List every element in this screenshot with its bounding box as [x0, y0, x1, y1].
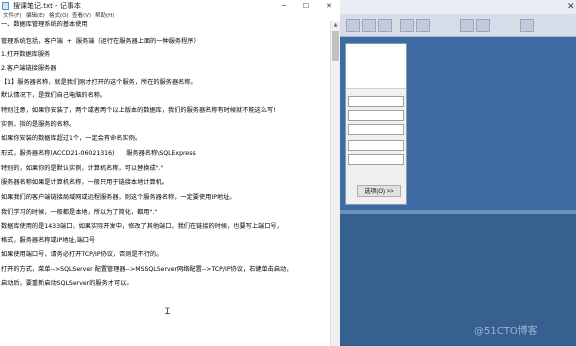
- menu-format[interactable]: 格式(O): [49, 12, 69, 21]
- maximize-button[interactable]: ☐: [298, 0, 314, 12]
- background-toolbar: [340, 14, 576, 37]
- text-line: 默认情况下，是我们自己电脑的名称。: [1, 92, 107, 99]
- text-line: 特别的，如果你的是默认实例，计算机名称，可以替换成".": [1, 165, 164, 172]
- text-line: 数据库使用的是1433端口，如果实际开发中，修改了其他端口，我们在链接的时候，也…: [1, 223, 283, 230]
- connect-dialog-partial: [345, 43, 407, 205]
- toolbar-icon[interactable]: [460, 19, 474, 32]
- notepad-window: 搜课笔记.txt - 记事本 ─ ☐ ✕ 文件(F) 编辑(E) 格式(O) 查…: [0, 0, 340, 346]
- authentication-combo[interactable]: [348, 124, 404, 135]
- toolbar-icon[interactable]: [346, 19, 360, 32]
- text-line: 如果我们的客户端链接局域网或远程服务器，则这个服务器名称，一定要使用IP地址。: [1, 194, 236, 201]
- scroll-thumb[interactable]: [332, 31, 339, 61]
- toolbar-icon[interactable]: [362, 19, 376, 32]
- text-line: 我们学习的时候，一般都是本地，所以为了简化，都用".": [1, 209, 158, 216]
- text-editor[interactable]: 一、数据库管理系统的基本使用 管理系统包括，客户端 + 服务端（运行在服务器上面…: [0, 21, 330, 346]
- password-field[interactable]: [348, 154, 404, 165]
- server-type-combo[interactable]: [348, 96, 404, 107]
- menu-file[interactable]: 文件(F): [3, 12, 21, 21]
- scroll-up-icon[interactable]: ▲: [331, 21, 340, 30]
- login-combo[interactable]: [348, 140, 404, 151]
- background-close-icon[interactable]: ✕: [567, 0, 575, 14]
- menu-bar: 文件(F) 编辑(E) 格式(O) 查看(V) 帮助(H): [0, 12, 340, 21]
- background-menu-strip: [340, 0, 576, 14]
- toolbar-icon[interactable]: [416, 19, 430, 32]
- text-line: 形式，服务器名称(ACCD21-06021316) 服务器名称\SQLExpre…: [1, 150, 196, 157]
- background-lower-panel: [340, 210, 576, 346]
- text-line: 启动后，要重新启动SQLServer的服务才可以。: [1, 280, 133, 287]
- text-line: 如果你安装的数据库超过1个，一定会有命名实例。: [1, 135, 142, 142]
- text-line: 实例，指的是服务的名称。: [1, 121, 76, 128]
- text-line: 格式，服务器名称或IP地址,端口号: [1, 237, 96, 244]
- close-button[interactable]: ✕: [321, 0, 337, 12]
- text-line: 2.客户端链接服务器: [1, 65, 57, 72]
- minimize-button[interactable]: ─: [276, 0, 292, 12]
- server-name-combo[interactable]: [348, 110, 404, 121]
- toolbar-icon[interactable]: [476, 19, 490, 32]
- toolbar-icon[interactable]: [378, 19, 392, 32]
- title-bar: 搜课笔记.txt - 记事本 ─ ☐ ✕: [0, 0, 340, 12]
- menu-view[interactable]: 查看(V): [72, 12, 91, 21]
- text-line: 特别注意，如果你安装了，两个或者两个以上版本的数据库，我们的服务器名称有时候就不…: [1, 107, 276, 114]
- window-title: 搜课笔记.txt - 记事本: [13, 2, 81, 10]
- options-button[interactable]: 选项(O) >>: [357, 185, 401, 197]
- text-line: 打开的方式，菜单-->SQLServer 配置管理器-->MSSQLServer…: [1, 266, 293, 273]
- toolbar-icon[interactable]: [520, 19, 534, 32]
- text-line: 【1】服务器名称，就是我们刚才打开的这个服务，所在的服务器名称。: [1, 79, 197, 86]
- watermark: @51CTO博客: [474, 326, 538, 337]
- text-line: 如果使用端口号，请务必打开TCP/IP协议，否则是不行的。: [1, 251, 163, 258]
- toolbar-icon[interactable]: [400, 19, 414, 32]
- menu-edit[interactable]: 编辑(E): [26, 12, 45, 21]
- notepad-icon: [2, 2, 9, 10]
- dialog-banner: [346, 44, 406, 89]
- text-line: 服务器名称如果是计算机名称，一般只用于链接本地计算机。: [1, 179, 169, 186]
- text-cursor-icon: Ɪ: [165, 307, 171, 317]
- text-line: 1.打开数据库服务: [1, 51, 51, 58]
- vertical-scrollbar[interactable]: ▲: [330, 21, 340, 346]
- text-line: 一、数据库管理系统的基本使用: [1, 21, 88, 28]
- text-line: 管理系统包括，客户端 + 服务端（运行在服务器上面的一种服务程序）: [1, 38, 200, 45]
- menu-help[interactable]: 帮助(H): [95, 12, 114, 21]
